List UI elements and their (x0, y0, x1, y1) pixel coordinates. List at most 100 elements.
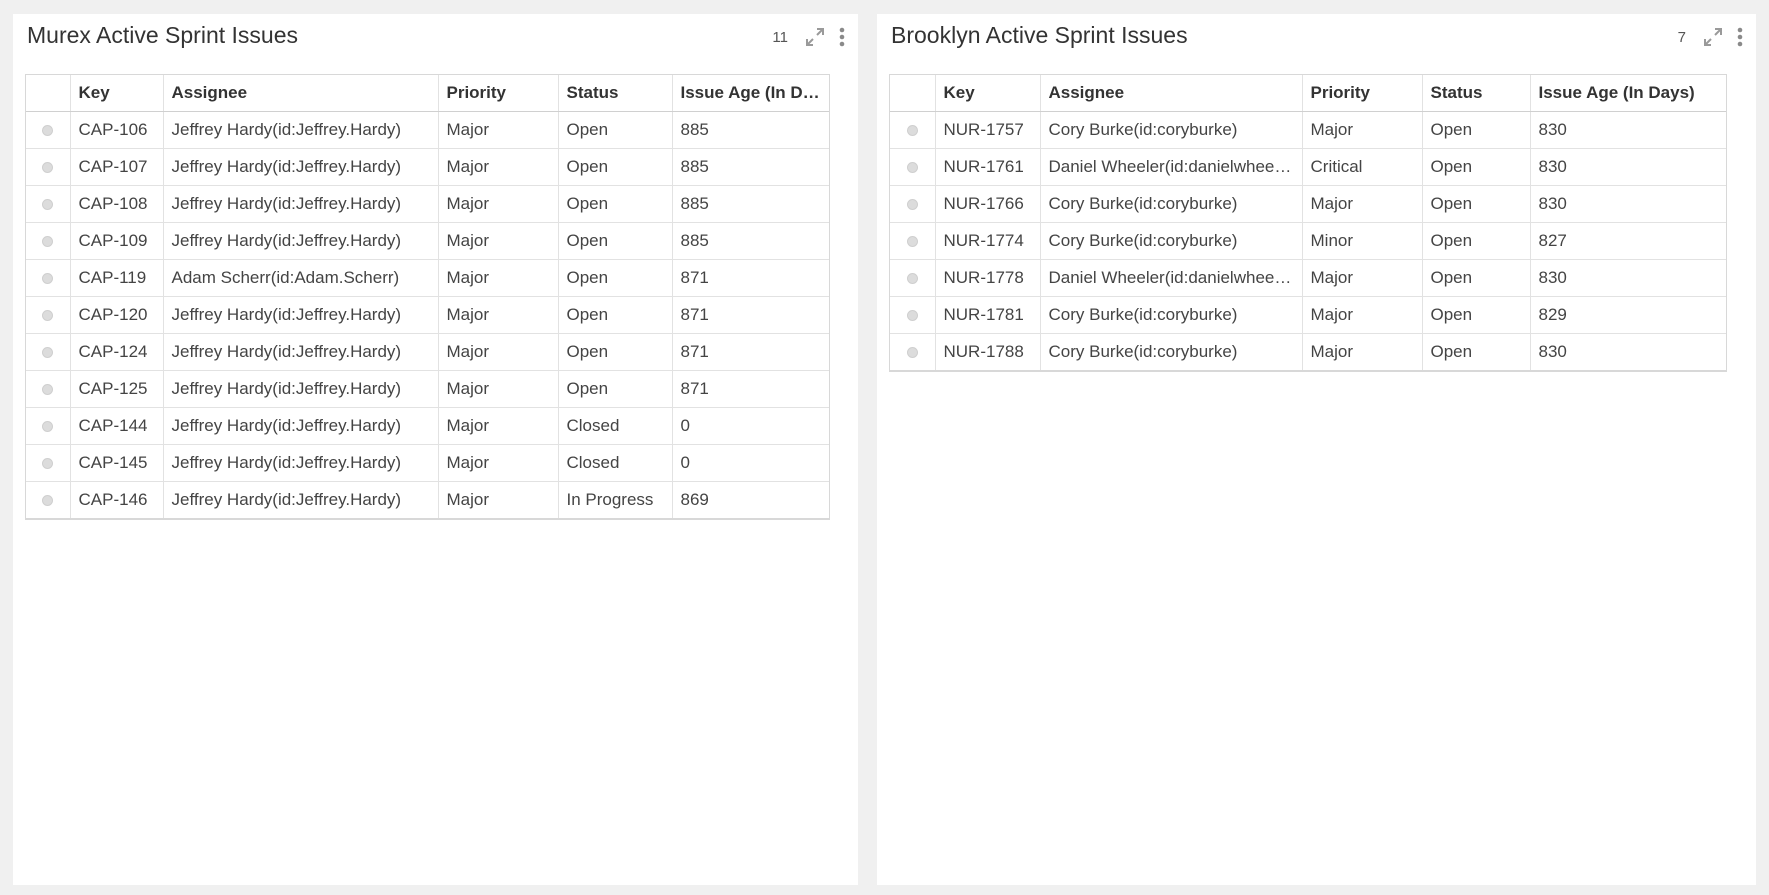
row-select-radio[interactable] (906, 272, 918, 284)
cell-issue-age: 885 (672, 222, 829, 260)
cell-key[interactable]: NUR-1757 (935, 111, 1041, 149)
column-header-issue-age[interactable]: Issue Age (In Days) (1530, 75, 1726, 112)
row-select-radio[interactable] (42, 383, 54, 395)
row-select-radio[interactable] (906, 161, 918, 173)
cell-assignee: Jeffrey Hardy(id:Jeffrey.Hardy) (163, 370, 439, 408)
table-row[interactable]: CAP-120 Jeffrey Hardy(id:Jeffrey.Hardy) Ma… (26, 296, 829, 334)
table-row[interactable]: CAP-125 Jeffrey Hardy(id:Jeffrey.Hardy) Ma… (26, 370, 829, 408)
table-row[interactable]: CAP-144 Jeffrey Hardy(id:Jeffrey.Hardy) Ma… (26, 407, 829, 445)
cell-priority: Major (438, 296, 559, 334)
more-vertical-icon[interactable] (1736, 26, 1744, 48)
cell-issue-age: 869 (680, 489, 709, 509)
cell-status: Open (1422, 296, 1531, 334)
table-row[interactable]: NUR-1757 Cory Burke(id:coryburke) Major Ope… (890, 111, 1726, 149)
column-header-assignee[interactable]: Assignee (163, 75, 439, 112)
cell-key[interactable]: CAP-125 (70, 370, 164, 408)
cell-priority: Major (438, 185, 559, 223)
cell-status: Open (1422, 111, 1531, 149)
cell-status: Closed (558, 444, 673, 482)
cell-key[interactable]: NUR-1761 (935, 148, 1041, 186)
cell-priority: Major (1302, 185, 1423, 223)
row-select-radio[interactable] (42, 124, 54, 136)
table-row[interactable]: CAP-107 Jeffrey Hardy(id:Jeffrey.Hardy) Ma… (26, 148, 829, 186)
row-select-radio[interactable] (42, 198, 54, 210)
row-select-radio[interactable] (42, 346, 54, 358)
table-row[interactable]: NUR-1761 Daniel Wheeler(id:danielwheeler)… (890, 148, 1726, 186)
cell-key[interactable]: CAP-119 (70, 259, 164, 297)
more-vertical-icon[interactable] (838, 26, 846, 48)
issues-table-container: Key Assignee Priority Status Issue Age (… (25, 74, 830, 520)
cell-issue-age: 885 (672, 111, 829, 149)
cell-key[interactable]: NUR-1766 (935, 185, 1041, 223)
row-select-radio[interactable] (906, 235, 918, 247)
cell-key[interactable]: NUR-1778 (935, 259, 1041, 297)
table-row[interactable]: NUR-1781 Cory Burke(id:coryburke) Major Ope… (890, 296, 1726, 334)
row-select-radio[interactable] (42, 420, 54, 432)
row-select-cell (26, 333, 71, 371)
column-header-issue-age[interactable]: Issue Age (In Days) (672, 75, 829, 112)
row-select-radio[interactable] (42, 494, 54, 506)
row-select-radio[interactable] (906, 346, 918, 358)
cell-key[interactable]: CAP-107 (70, 148, 164, 186)
column-header-status[interactable]: Status (1422, 75, 1531, 112)
table-row[interactable]: NUR-1788 Cory Burke(id:coryburke) Major Ope… (890, 333, 1726, 370)
cell-issue-age: 827 (1530, 222, 1726, 260)
row-select-radio[interactable] (42, 235, 54, 247)
cell-assignee: Jeffrey Hardy(id:Jeffrey.Hardy) (163, 481, 439, 518)
column-header-priority[interactable]: Priority (1302, 75, 1423, 112)
cell-priority: Major (438, 444, 559, 482)
cell-key[interactable]: CAP-124 (70, 333, 164, 371)
cell-key[interactable]: CAP-106 (70, 111, 164, 149)
cell-assignee: Cory Burke(id:coryburke) (1040, 333, 1303, 370)
issues-table-container: Key Assignee Priority Status Issue Age (… (889, 74, 1727, 372)
row-select-cell (890, 333, 936, 370)
row-select-radio[interactable] (42, 161, 54, 173)
table-row[interactable]: CAP-119 Adam Scherr(id:Adam.Scherr) Major O… (26, 259, 829, 297)
table-row[interactable]: CAP-146 Jeffrey Hardy(id:Jeffrey.Hardy) Ma… (26, 481, 829, 518)
issue-count: 7 (1677, 28, 1686, 46)
column-header-key[interactable]: Key (70, 75, 164, 112)
row-select-cell (26, 148, 71, 186)
row-select-radio[interactable] (42, 457, 54, 469)
cell-key[interactable]: CAP-145 (70, 444, 164, 482)
cell-status: Open (558, 185, 673, 223)
row-select-radio[interactable] (906, 198, 918, 210)
row-select-cell (890, 222, 936, 260)
row-select-cell (26, 185, 71, 223)
cell-priority: Major (438, 148, 559, 186)
row-select-cell (26, 296, 71, 334)
column-header-assignee[interactable]: Assignee (1040, 75, 1303, 112)
expand-icon[interactable] (1702, 26, 1724, 48)
column-header-status[interactable]: Status (558, 75, 673, 112)
panel-tools: 11 (772, 26, 846, 48)
table-row[interactable]: NUR-1766 Cory Burke(id:coryburke) Major Ope… (890, 185, 1726, 223)
cell-issue-age: 830 (1538, 341, 1567, 361)
table-row[interactable]: NUR-1778 Daniel Wheeler(id:danielwheeler)… (890, 259, 1726, 297)
table-row[interactable]: CAP-109 Jeffrey Hardy(id:Jeffrey.Hardy) Ma… (26, 222, 829, 260)
table-row[interactable]: CAP-108 Jeffrey Hardy(id:Jeffrey.Hardy) Ma… (26, 185, 829, 223)
cell-key[interactable]: CAP-109 (70, 222, 164, 260)
row-select-cell (26, 370, 71, 408)
cell-assignee: Jeffrey Hardy(id:Jeffrey.Hardy) (163, 333, 439, 371)
row-select-radio[interactable] (42, 272, 54, 284)
cell-key[interactable]: NUR-1781 (935, 296, 1041, 334)
cell-key[interactable]: CAP-144 (70, 407, 164, 445)
table-row[interactable]: NUR-1774 Cory Burke(id:coryburke) Minor Ope… (890, 222, 1726, 260)
cell-key[interactable]: NUR-1788 (935, 333, 1041, 370)
column-header-key[interactable]: Key (935, 75, 1041, 112)
cell-assignee: Jeffrey Hardy(id:Jeffrey.Hardy) (163, 407, 439, 445)
table-row[interactable]: CAP-145 Jeffrey Hardy(id:Jeffrey.Hardy) Ma… (26, 444, 829, 482)
cell-key[interactable]: NUR-1774 (935, 222, 1041, 260)
cell-key[interactable]: CAP-146 (70, 481, 164, 518)
column-header-priority[interactable]: Priority (438, 75, 559, 112)
row-select-radio[interactable] (906, 309, 918, 321)
cell-priority: Major (438, 259, 559, 297)
table-row[interactable]: CAP-106 Jeffrey Hardy(id:Jeffrey.Hardy) Ma… (26, 111, 829, 149)
cell-key[interactable]: CAP-108 (70, 185, 164, 223)
row-select-radio[interactable] (906, 124, 918, 136)
row-select-radio[interactable] (42, 309, 54, 321)
cell-status: Open (558, 148, 673, 186)
expand-icon[interactable] (804, 26, 826, 48)
table-row[interactable]: CAP-124 Jeffrey Hardy(id:Jeffrey.Hardy) Ma… (26, 333, 829, 371)
cell-key[interactable]: CAP-120 (70, 296, 164, 334)
